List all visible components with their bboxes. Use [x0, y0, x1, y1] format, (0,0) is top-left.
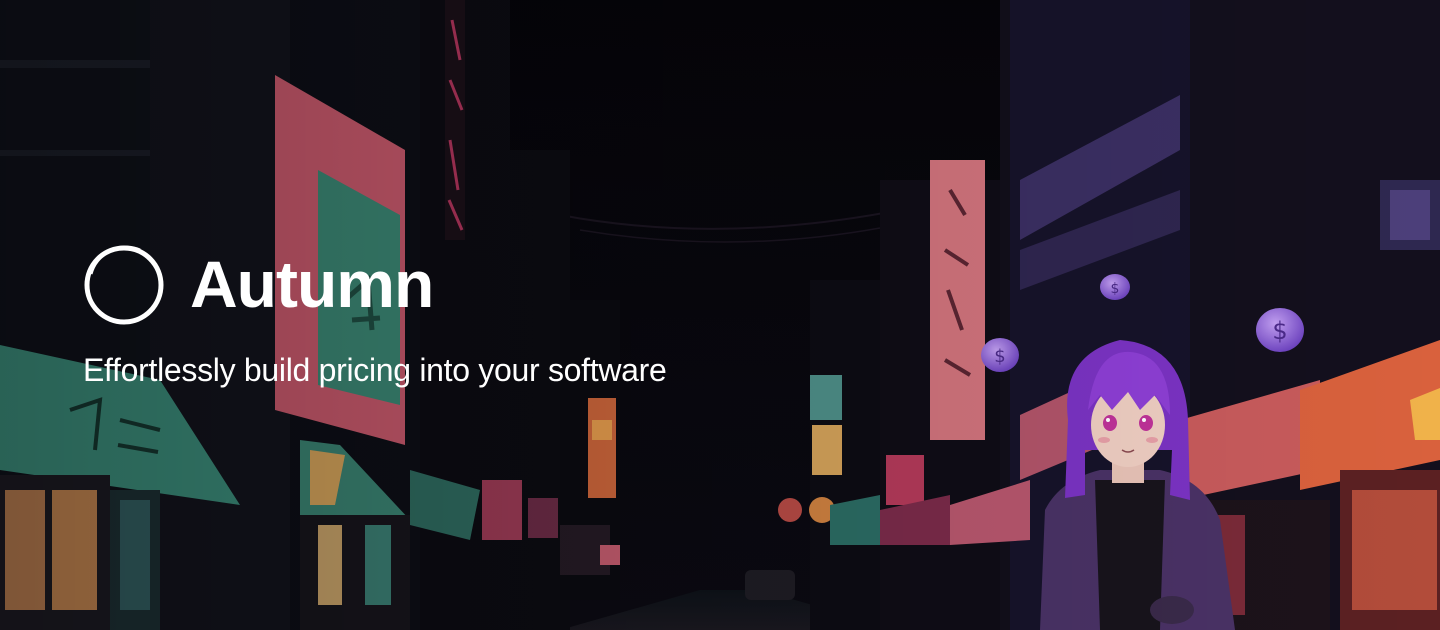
tagline: Effortlessly build pricing into your sof…: [83, 352, 667, 388]
brand-lockup: Autumn: [78, 238, 434, 330]
brand-name: Autumn: [190, 247, 434, 321]
hero-banner: $ $ $: [0, 0, 1440, 630]
ring-logo-icon: [84, 245, 164, 325]
